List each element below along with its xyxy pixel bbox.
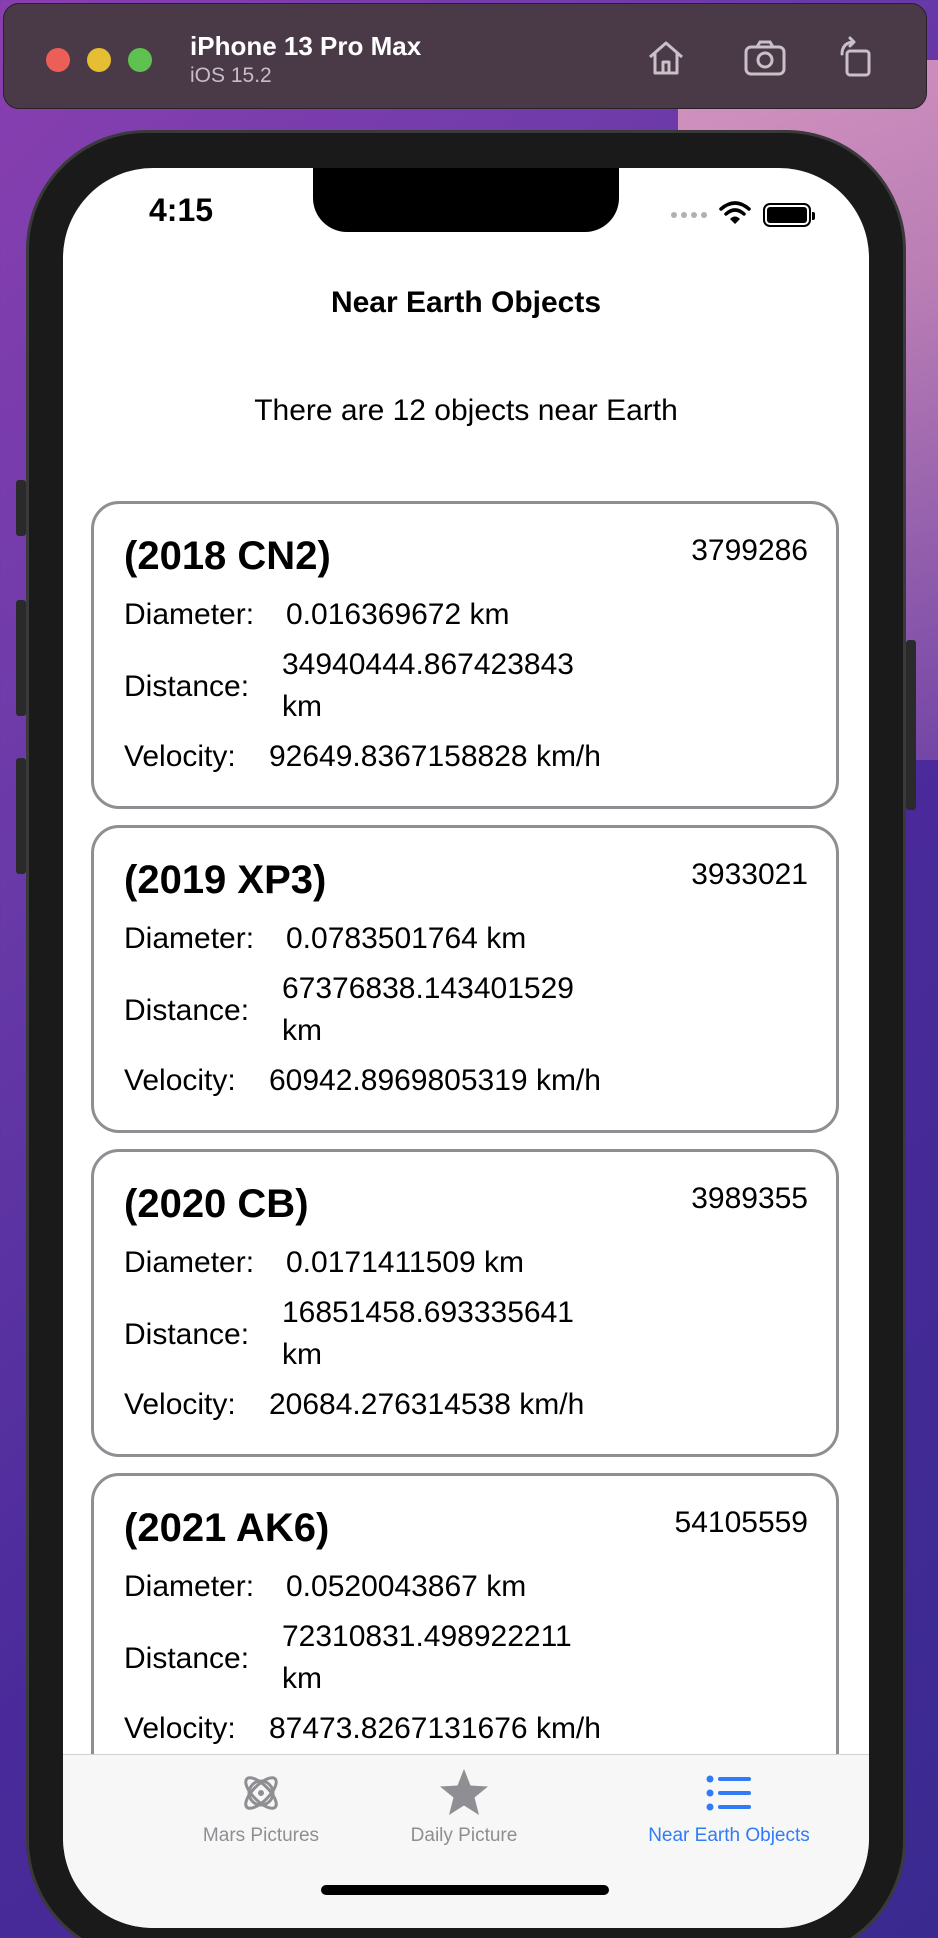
simulator-toolbar: iPhone 13 Pro Max iOS 15.2	[3, 3, 927, 109]
distance-label: Distance:	[124, 1318, 250, 1351]
object-id: 3933021	[691, 858, 808, 891]
list-icon	[706, 1775, 751, 1811]
object-id: 3799286	[691, 534, 808, 567]
minimize-window-button[interactable]	[87, 48, 111, 72]
screenshot-icon[interactable]	[741, 34, 789, 82]
diameter-label: Diameter:	[124, 1246, 255, 1279]
device-name: iPhone 13 Pro Max	[190, 31, 422, 61]
velocity-value: 20684.276314538 km/h	[269, 1388, 585, 1421]
object-name: (2018 CN2)	[124, 534, 331, 578]
distance-value: 34940444.867423843 km	[282, 648, 574, 723]
tab-label: Daily Picture	[410, 1825, 518, 1846]
diameter-value: 0.0171411509 km	[286, 1246, 524, 1279]
page-title: Near Earth Objects	[330, 286, 602, 319]
diameter-value: 0.016369672 km	[286, 598, 510, 631]
tab-label: Mars Pictures	[202, 1825, 320, 1846]
object-id: 3989355	[691, 1182, 808, 1215]
distance-value: 72310831.498922211 km	[282, 1620, 572, 1695]
diameter-label: Diameter:	[124, 598, 255, 631]
velocity-value: 92649.8367158828 km/h	[269, 740, 601, 773]
object-card[interactable]: (2018 CN2) 3799286 Diameter: 0.016369672…	[91, 501, 839, 809]
tab-near-earth-objects[interactable]: Near Earth Objects	[619, 1765, 839, 1847]
distance-value: 67376838.143401529 km	[282, 972, 574, 1047]
tab-daily-picture[interactable]: Daily Picture	[354, 1765, 574, 1847]
battery-icon	[763, 203, 815, 227]
status-time: 4:15	[149, 192, 214, 228]
mute-switch	[16, 480, 26, 536]
velocity-label: Velocity:	[124, 740, 236, 773]
object-name: (2020 CB)	[124, 1182, 309, 1226]
object-name: (2019 XP3)	[124, 858, 327, 902]
distance-label: Distance:	[124, 994, 250, 1027]
object-card[interactable]: (2020 CB) 3989355 Diameter: 0.0171411509…	[91, 1149, 839, 1457]
velocity-value: 87473.8267131676 km/h	[269, 1712, 601, 1745]
home-indicator[interactable]	[321, 1885, 609, 1895]
diameter-label: Diameter:	[124, 1570, 255, 1603]
volume-up-button	[16, 600, 26, 716]
zoom-window-button[interactable]	[128, 48, 152, 72]
object-card[interactable]: (2021 AK6) 54105559 Diameter: 0.05200438…	[91, 1473, 839, 1781]
distance-label: Distance:	[124, 670, 250, 703]
objects-list[interactable]: (2018 CN2) 3799286 Diameter: 0.016369672…	[91, 501, 839, 1797]
object-name: (2021 AK6)	[124, 1506, 330, 1550]
signal-dots-icon	[671, 212, 707, 218]
distance-label: Distance:	[124, 1642, 250, 1675]
velocity-value: 60942.8969805319 km/h	[269, 1064, 601, 1097]
velocity-label: Velocity:	[124, 1388, 236, 1421]
velocity-label: Velocity:	[124, 1064, 236, 1097]
status-indicators	[671, 200, 815, 231]
diameter-value: 0.0520043867 km	[286, 1570, 527, 1603]
home-icon[interactable]	[642, 34, 690, 82]
object-id: 54105559	[674, 1506, 808, 1539]
wifi-icon	[719, 200, 751, 231]
diameter-value: 0.0783501764 km	[286, 922, 527, 955]
power-button	[906, 640, 916, 810]
object-card[interactable]: (2019 XP3) 3933021 Diameter: 0.078350176…	[91, 825, 839, 1133]
volume-down-button	[16, 758, 26, 874]
close-window-button[interactable]	[46, 48, 70, 72]
velocity-label: Velocity:	[124, 1712, 236, 1745]
distance-value: 16851458.693335641 km	[282, 1296, 574, 1371]
atom-icon	[244, 1776, 278, 1810]
tab-label: Near Earth Objects	[648, 1825, 810, 1846]
star-icon	[440, 1769, 488, 1815]
os-version: iOS 15.2	[190, 64, 272, 87]
tab-mars-pictures[interactable]: Mars Pictures	[151, 1765, 371, 1847]
diameter-label: Diameter:	[124, 922, 255, 955]
notch	[313, 168, 619, 232]
rotate-icon[interactable]	[832, 34, 880, 82]
objects-summary: There are 12 objects near Earth	[254, 394, 678, 427]
device-screen: 4:15 Near Earth Objects There are 12 obj…	[63, 168, 869, 1928]
tab-bar: Mars Pictures Daily Picture Near Earth O…	[63, 1754, 869, 1928]
